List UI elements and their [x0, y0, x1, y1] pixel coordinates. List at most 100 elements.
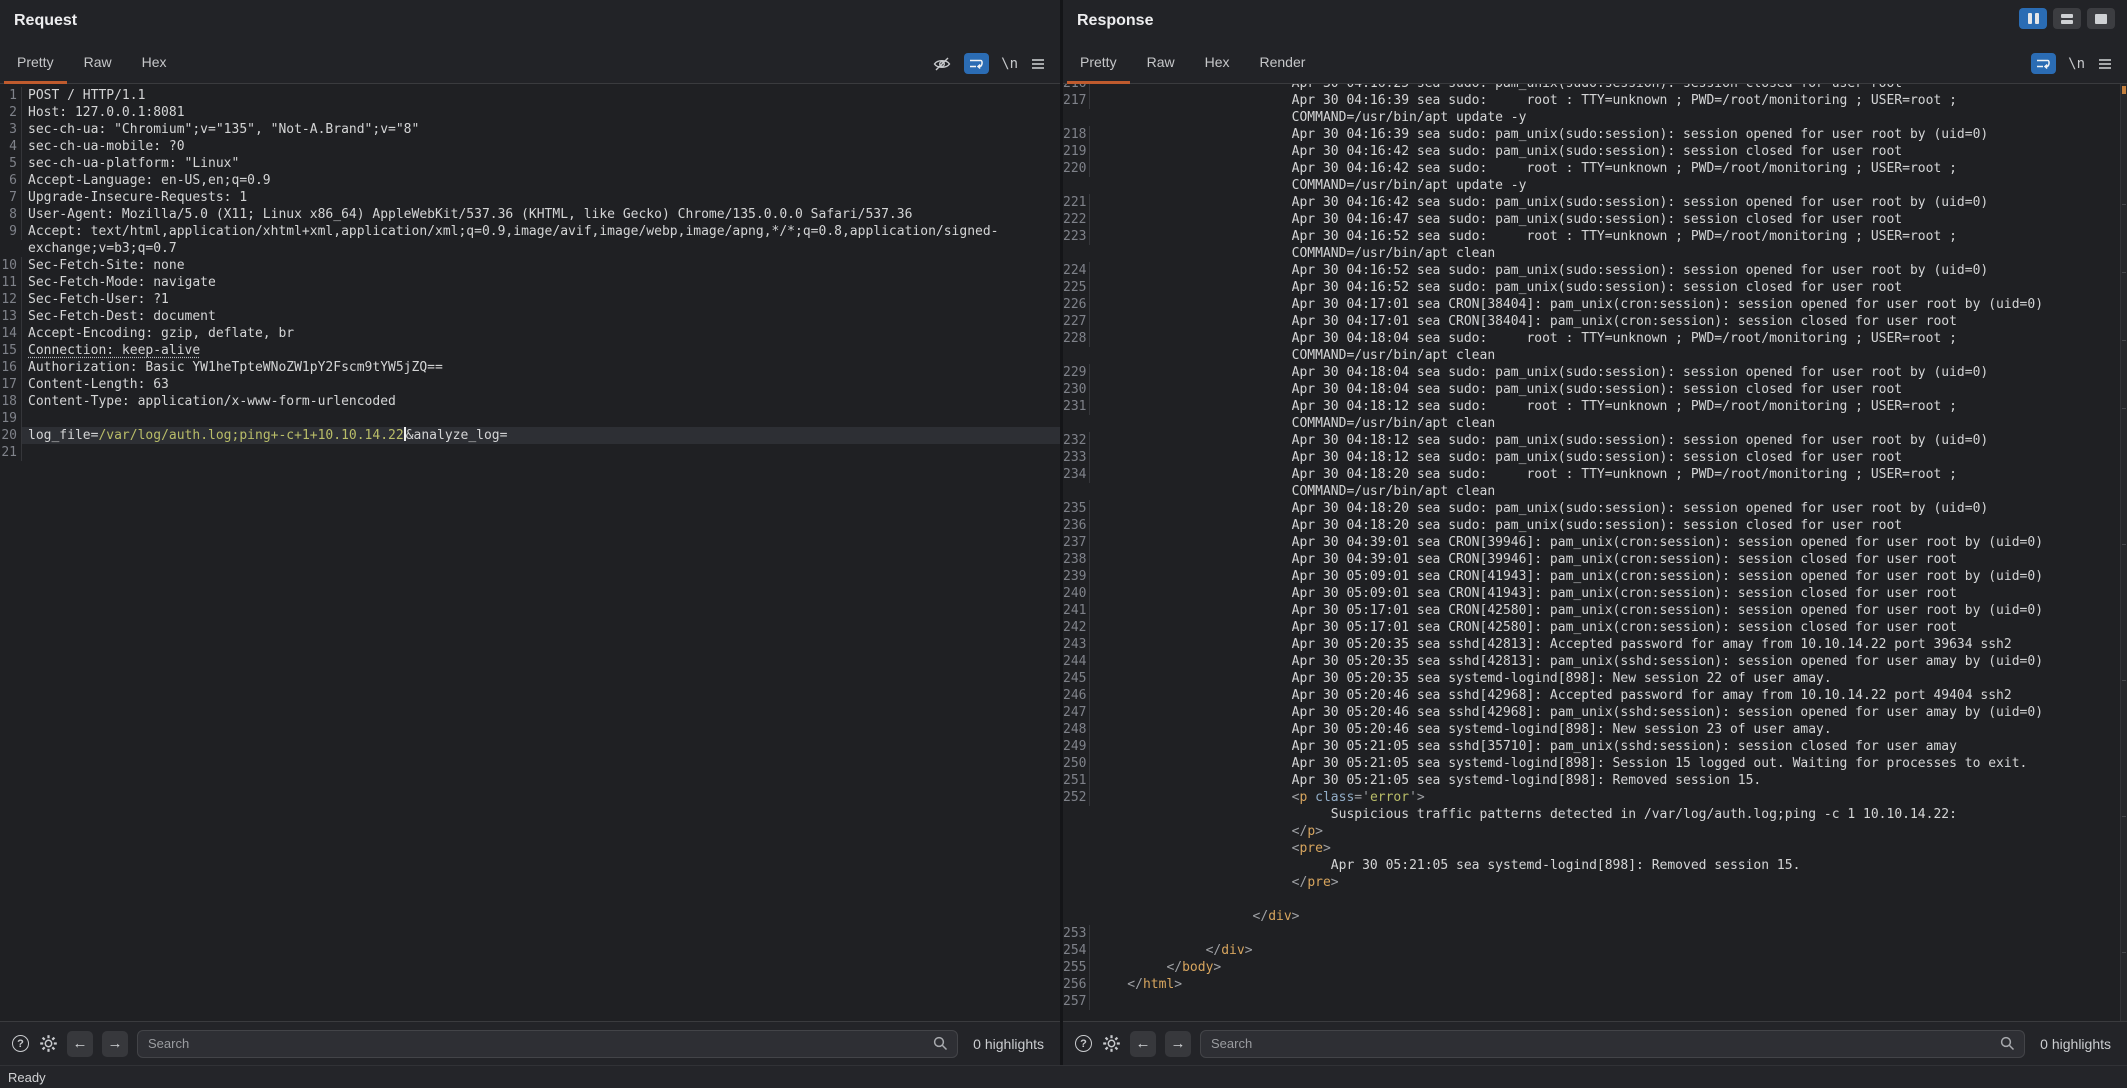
line-text[interactable]: Apr 30 05:17:01 sea CRON[42580]: pam_uni…: [1286, 619, 2127, 636]
line-text[interactable]: Apr 30 04:39:01 sea CRON[39946]: pam_uni…: [1286, 534, 2127, 551]
line-text[interactable]: Apr 30 04:16:42 sea sudo: pam_unix(sudo:…: [1286, 194, 2127, 211]
line-text[interactable]: Sec-Fetch-Dest: document: [22, 308, 1060, 325]
line-text[interactable]: Apr 30 04:16:52 sea sudo: root : TTY=unk…: [1286, 228, 2127, 262]
line-text[interactable]: Apr 30 04:18:12 sea sudo: pam_unix(sudo:…: [1286, 432, 2127, 449]
editor-menu-icon[interactable]: [1030, 57, 1046, 71]
response-scrollbar[interactable]: [2120, 84, 2127, 1021]
line-text[interactable]: Apr 30 05:21:05 sea sshd[35710]: pam_uni…: [1286, 738, 2127, 755]
line-text[interactable]: POST / HTTP/1.1: [22, 87, 1060, 104]
newline-toggle[interactable]: \n: [1001, 56, 1018, 72]
search-prev-button[interactable]: ←: [67, 1031, 93, 1057]
line-text[interactable]: Apr 30 05:09:01 sea CRON[41943]: pam_uni…: [1286, 585, 2127, 602]
line-text[interactable]: Sec-Fetch-Site: none: [22, 257, 1060, 274]
line-text[interactable]: Apr 30 05:20:35 sea sshd[42813]: pam_uni…: [1286, 653, 2127, 670]
line-text[interactable]: Apr 30 04:18:04 sea sudo: pam_unix(sudo:…: [1286, 364, 2127, 381]
line-text[interactable]: Apr 30 04:18:04 sea sudo: pam_unix(sudo:…: [1286, 381, 2127, 398]
request-editor[interactable]: 1POST / HTTP/1.12Host: 127.0.0.1:80813se…: [0, 84, 1060, 1021]
line-text[interactable]: Content-Type: application/x-www-form-url…: [22, 393, 1060, 410]
eye-off-icon[interactable]: [932, 56, 952, 72]
line-text[interactable]: Apr 30 05:20:35 sea sshd[42813]: Accepte…: [1286, 636, 2127, 653]
line-text[interactable]: Authorization: Basic YW1heTpteWNoZW1pY2F…: [22, 359, 1060, 376]
line-text[interactable]: Apr 30 05:21:05 sea systemd-logind[898]:…: [1325, 857, 2127, 874]
tab-render[interactable]: Render: [1245, 45, 1321, 83]
line-text[interactable]: [22, 410, 1060, 427]
line-text[interactable]: Sec-Fetch-Mode: navigate: [22, 274, 1060, 291]
line-text[interactable]: Apr 30 04:16:52 sea sudo: pam_unix(sudo:…: [1286, 279, 2127, 296]
columns-layout-button[interactable]: [2019, 8, 2047, 29]
line-text[interactable]: <p class='error'>: [1286, 789, 2127, 806]
line-text[interactable]: Apr 30 04:16:42 sea sudo: pam_unix(sudo:…: [1286, 143, 2127, 160]
line-text[interactable]: [22, 444, 1060, 461]
word-wrap-toggle[interactable]: [964, 53, 989, 74]
line-text[interactable]: </p>: [1286, 823, 2127, 840]
line-text[interactable]: sec-ch-ua-platform: "Linux": [22, 155, 1060, 172]
line-text[interactable]: Apr 30 04:16:39 sea sudo: root : TTY=unk…: [1286, 92, 2127, 126]
line-text[interactable]: Apr 30 04:16:39 sea sudo: pam_unix(sudo:…: [1286, 126, 2127, 143]
search-next-button[interactable]: →: [1165, 1031, 1191, 1057]
line-text[interactable]: Apr 30 05:20:46 sea sshd[42968]: Accepte…: [1286, 687, 2127, 704]
line-text[interactable]: Apr 30 04:17:01 sea CRON[38404]: pam_uni…: [1286, 313, 2127, 330]
request-search-input[interactable]: [137, 1030, 958, 1058]
response-editor[interactable]: 216Apr 30 04:16:25 sea sudo: pam_unix(su…: [1063, 84, 2127, 1021]
line-text[interactable]: Upgrade-Insecure-Requests: 1: [22, 189, 1060, 206]
search-next-button[interactable]: →: [102, 1031, 128, 1057]
search-prev-button[interactable]: ←: [1130, 1031, 1156, 1057]
line-text[interactable]: Apr 30 05:20:46 sea sshd[42968]: pam_uni…: [1286, 704, 2127, 721]
line-text[interactable]: Apr 30 05:21:05 sea systemd-logind[898]:…: [1286, 755, 2127, 772]
line-text[interactable]: [1090, 891, 2127, 908]
single-layout-button[interactable]: [2087, 8, 2115, 29]
line-text[interactable]: Content-Length: 63: [22, 376, 1060, 393]
line-text[interactable]: Apr 30 04:16:25 sea sudo: pam_unix(sudo:…: [1286, 84, 2127, 92]
line-text[interactable]: </div>: [1247, 908, 2127, 925]
line-text[interactable]: Apr 30 04:16:42 sea sudo: root : TTY=unk…: [1286, 160, 2127, 194]
line-text[interactable]: Apr 30 05:20:46 sea systemd-logind[898]:…: [1286, 721, 2127, 738]
line-text[interactable]: Accept-Language: en-US,en;q=0.9: [22, 172, 1060, 189]
line-text[interactable]: </html>: [1121, 976, 2127, 993]
gear-icon[interactable]: [1101, 1034, 1121, 1054]
line-text[interactable]: Apr 30 04:18:20 sea sudo: root : TTY=unk…: [1286, 466, 2127, 500]
tab-pretty[interactable]: Pretty: [2, 45, 69, 83]
line-text[interactable]: <pre>: [1286, 840, 2127, 857]
editor-menu-icon[interactable]: [2097, 57, 2113, 71]
help-icon[interactable]: ?: [12, 1035, 29, 1052]
line-text[interactable]: Apr 30 05:21:05 sea systemd-logind[898]:…: [1286, 772, 2127, 789]
tab-raw[interactable]: Raw: [1132, 45, 1190, 83]
line-text[interactable]: Accept: text/html,application/xhtml+xml,…: [22, 223, 1060, 257]
line-text[interactable]: Sec-Fetch-User: ?1: [22, 291, 1060, 308]
line-text[interactable]: Host: 127.0.0.1:8081: [22, 104, 1060, 121]
newline-toggle[interactable]: \n: [2068, 56, 2085, 72]
line-text[interactable]: sec-ch-ua-mobile: ?0: [22, 138, 1060, 155]
line-text[interactable]: Apr 30 05:17:01 sea CRON[42580]: pam_uni…: [1286, 602, 2127, 619]
word-wrap-toggle[interactable]: [2031, 53, 2056, 74]
line-text[interactable]: Suspicious traffic patterns detected in …: [1325, 806, 2127, 823]
line-text[interactable]: </pre>: [1286, 874, 2127, 891]
line-text[interactable]: log_file=/var/log/auth.log;ping+-c+1+10.…: [22, 427, 1060, 444]
rows-layout-button[interactable]: [2053, 8, 2081, 29]
line-text[interactable]: </div>: [1200, 942, 2127, 959]
line-text[interactable]: Apr 30 04:18:20 sea sudo: pam_unix(sudo:…: [1286, 517, 2127, 534]
tab-raw[interactable]: Raw: [69, 45, 127, 83]
line-text[interactable]: Apr 30 04:16:52 sea sudo: pam_unix(sudo:…: [1286, 262, 2127, 279]
line-text[interactable]: Apr 30 05:09:01 sea CRON[41943]: pam_uni…: [1286, 568, 2127, 585]
help-icon[interactable]: ?: [1075, 1035, 1092, 1052]
line-text[interactable]: Apr 30 04:18:12 sea sudo: pam_unix(sudo:…: [1286, 449, 2127, 466]
line-text[interactable]: Apr 30 04:18:20 sea sudo: pam_unix(sudo:…: [1286, 500, 2127, 517]
tab-hex[interactable]: Hex: [1190, 45, 1245, 83]
line-text[interactable]: Apr 30 04:18:04 sea sudo: root : TTY=unk…: [1286, 330, 2127, 364]
response-search-input[interactable]: [1200, 1030, 2025, 1058]
line-text[interactable]: Accept-Encoding: gzip, deflate, br: [22, 325, 1060, 342]
line-text[interactable]: [1090, 925, 2127, 942]
line-text[interactable]: Apr 30 04:17:01 sea CRON[38404]: pam_uni…: [1286, 296, 2127, 313]
line-text[interactable]: Apr 30 04:39:01 sea CRON[39946]: pam_uni…: [1286, 551, 2127, 568]
line-text[interactable]: Apr 30 05:20:35 sea systemd-logind[898]:…: [1286, 670, 2127, 687]
line-text[interactable]: User-Agent: Mozilla/5.0 (X11; Linux x86_…: [22, 206, 1060, 223]
line-text[interactable]: Connection: keep-alive: [22, 342, 1060, 359]
gear-icon[interactable]: [38, 1034, 58, 1054]
line-text[interactable]: </body>: [1160, 959, 2127, 976]
line-text[interactable]: [1090, 993, 2127, 1010]
line-text[interactable]: Apr 30 04:18:12 sea sudo: root : TTY=unk…: [1286, 398, 2127, 432]
line-text[interactable]: sec-ch-ua: "Chromium";v="135", "Not-A.Br…: [22, 121, 1060, 138]
line-text[interactable]: Apr 30 04:16:47 sea sudo: pam_unix(sudo:…: [1286, 211, 2127, 228]
tab-hex[interactable]: Hex: [127, 45, 182, 83]
tab-pretty[interactable]: Pretty: [1065, 45, 1132, 83]
